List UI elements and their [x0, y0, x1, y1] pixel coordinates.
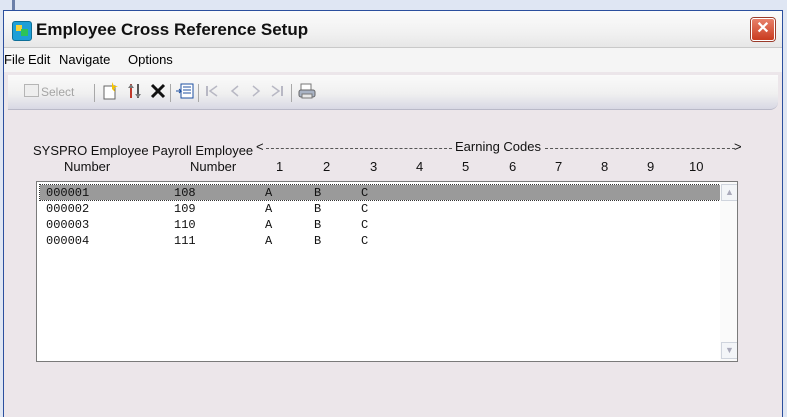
earning-codes-header: Earning Codes: [455, 139, 541, 154]
earning-code-cell: B: [314, 234, 322, 248]
menu-options[interactable]: Options: [128, 52, 173, 67]
menu-bar: File Edit Navigate Options: [4, 48, 782, 72]
earning-code-column-3: 3: [370, 159, 378, 174]
menu-edit[interactable]: Edit: [28, 52, 50, 67]
syspro-number-header: Number: [64, 159, 111, 174]
earning-code-column-7: 7: [555, 159, 563, 174]
earning-codes-arrow-right: >: [734, 139, 742, 154]
earning-code-column-1: 1: [276, 159, 284, 174]
vertical-scrollbar[interactable]: ▲ ▼: [720, 182, 737, 361]
toolbar-separator: [198, 84, 199, 102]
list-view-icon[interactable]: [176, 82, 194, 105]
toolbar: Select: [8, 75, 778, 110]
toolbar-separator: [94, 84, 95, 102]
syspro-number-cell: 000002: [46, 202, 90, 216]
select-button[interactable]: Select: [24, 84, 74, 99]
select-label: Select: [41, 85, 75, 99]
employee-cross-reference-window: Employee Cross Reference Setup ✕ File Ed…: [3, 10, 783, 417]
menu-file[interactable]: File: [4, 52, 25, 67]
syspro-number-cell: 000004: [46, 234, 90, 248]
earning-code-cell: A: [265, 186, 273, 200]
payroll-number-cell: 110: [174, 218, 196, 232]
table-row[interactable]: 000002 109 A B C: [40, 201, 720, 216]
table-row[interactable]: 000004 111 A B C: [40, 233, 720, 248]
payroll-employee-header: Payroll Employee: [152, 143, 254, 158]
payroll-number-cell: 108: [174, 186, 196, 200]
background-line: [12, 0, 15, 10]
earning-codes-dash-right: [545, 148, 735, 149]
delete-icon[interactable]: [150, 82, 166, 105]
cross-reference-grid[interactable]: 000001 108 A B C 000002 109 A B C 000003…: [36, 181, 738, 362]
scroll-down-icon[interactable]: ▼: [721, 342, 737, 359]
window-title: Employee Cross Reference Setup: [36, 20, 309, 39]
table-row[interactable]: 000003 110 A B C: [40, 217, 720, 232]
syspro-number-cell: 000001: [46, 186, 90, 200]
earning-code-cell: C: [361, 186, 369, 200]
app-icon: [12, 21, 32, 41]
earning-code-cell: A: [265, 202, 273, 216]
earning-code-cell: B: [314, 186, 322, 200]
toolbar-separator: [291, 84, 292, 102]
earning-code-column-5: 5: [462, 159, 470, 174]
payroll-number-cell: 109: [174, 202, 196, 216]
select-icon: [24, 84, 39, 97]
next-record-icon[interactable]: [250, 82, 262, 105]
earning-code-column-8: 8: [601, 159, 609, 174]
earning-code-cell: C: [361, 202, 369, 216]
previous-record-icon[interactable]: [229, 82, 241, 105]
payroll-number-cell: 111: [174, 234, 196, 248]
close-button[interactable]: ✕: [751, 18, 775, 41]
print-icon[interactable]: [298, 82, 316, 105]
earning-code-column-10: 10: [689, 159, 704, 174]
earning-code-cell: C: [361, 234, 369, 248]
earning-code-cell: C: [361, 218, 369, 232]
scroll-up-icon[interactable]: ▲: [721, 184, 737, 201]
earning-code-column-6: 6: [509, 159, 517, 174]
earning-code-column-4: 4: [416, 159, 424, 174]
toolbar-separator: [170, 84, 171, 102]
title-bar[interactable]: Employee Cross Reference Setup ✕: [4, 11, 782, 48]
table-row[interactable]: 000001 108 A B C: [39, 184, 721, 201]
menu-navigate[interactable]: Navigate: [59, 52, 110, 67]
earning-code-cell: A: [265, 218, 273, 232]
earning-codes-arrow-left: <: [256, 139, 264, 154]
payroll-number-header: Number: [190, 159, 237, 174]
earning-code-cell: A: [265, 234, 273, 248]
syspro-employee-header: SYSPRO Employee: [33, 143, 149, 158]
earning-code-column-2: 2: [323, 159, 331, 174]
earning-code-cell: B: [314, 202, 322, 216]
first-record-icon[interactable]: [205, 82, 219, 105]
syspro-number-cell: 000003: [46, 218, 90, 232]
last-record-icon[interactable]: [270, 82, 284, 105]
earning-code-column-9: 9: [647, 159, 655, 174]
earning-code-cell: B: [314, 218, 322, 232]
earning-codes-dash-left: [266, 148, 452, 149]
properties-icon[interactable]: [126, 82, 144, 105]
new-icon[interactable]: [102, 82, 118, 105]
